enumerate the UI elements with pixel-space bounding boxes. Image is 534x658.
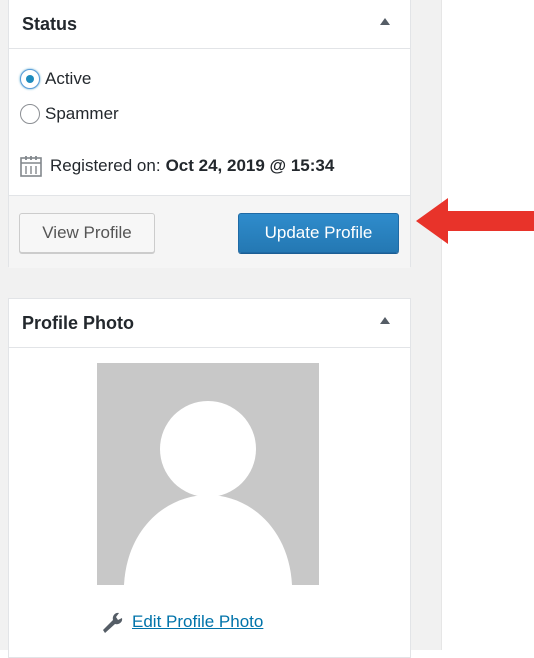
view-profile-button[interactable]: View Profile (19, 213, 155, 253)
edit-profile-photo[interactable]: Edit Profile Photo (100, 611, 263, 633)
profile-photo-title: Profile Photo (22, 312, 134, 333)
collapse-toggle-icon[interactable] (380, 317, 390, 324)
status-option-active[interactable]: Active (20, 69, 91, 89)
profile-photo-metabox: Profile Photo Edit Profile Photo (8, 298, 411, 658)
spammer-radio[interactable] (20, 104, 40, 124)
calendar-icon (20, 156, 42, 177)
active-label: Active (45, 69, 92, 88)
registered-info: Registered on: Oct 24, 2019 @ 15:34 (20, 155, 334, 177)
content-divider (441, 0, 442, 650)
active-radio[interactable] (20, 69, 40, 89)
status-header[interactable]: Status (9, 0, 410, 49)
avatar (97, 363, 319, 585)
status-title: Status (22, 13, 78, 34)
default-avatar-icon (97, 363, 319, 585)
update-profile-button[interactable]: Update Profile (238, 213, 399, 253)
wrench-icon (103, 612, 123, 633)
spammer-label: Spammer (45, 104, 119, 123)
profile-photo-header[interactable]: Profile Photo (9, 299, 410, 348)
registered-date: Oct 24, 2019 @ 15:34 (165, 156, 335, 175)
collapse-toggle-icon[interactable] (380, 18, 390, 25)
annotation-arrow (416, 198, 534, 244)
status-option-spammer[interactable]: Spammer (20, 104, 119, 124)
status-actions: View Profile Update Profile (9, 195, 410, 268)
edit-profile-photo-link[interactable]: Edit Profile Photo (132, 612, 263, 632)
registered-label: Registered on: (50, 156, 161, 175)
status-metabox: Status Active Spammer Registered on: Oct… (8, 0, 411, 268)
